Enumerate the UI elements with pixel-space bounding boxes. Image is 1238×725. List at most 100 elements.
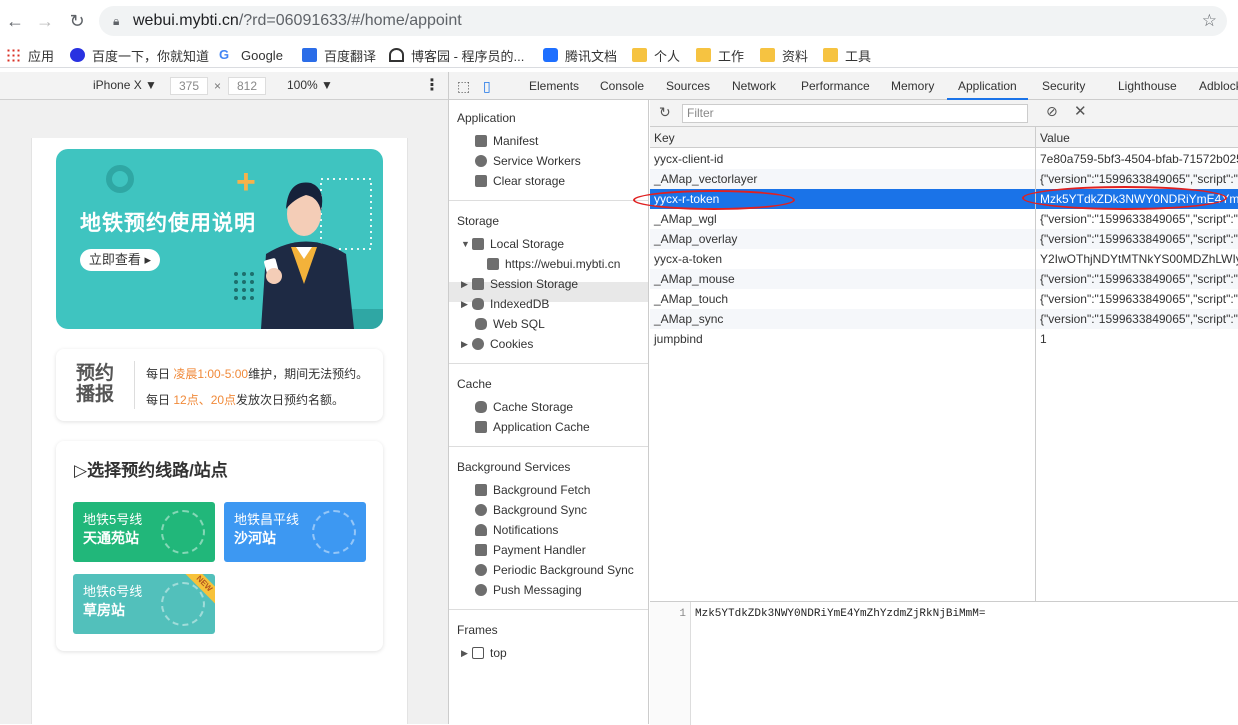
table-row[interactable]: _AMap_wgl {"version":"1599633849065","scr… (650, 209, 1238, 229)
expanded-arrow-icon[interactable]: ▼ (461, 239, 470, 249)
sidebar-item-label: Manifest (493, 134, 539, 148)
sidebar-item-service-workers[interactable]: Service Workers (475, 151, 581, 171)
tab-performance[interactable]: Performance (801, 72, 870, 100)
bookmark-baidu[interactable]: 百度一下，你就知道 (70, 46, 209, 64)
station-tile-shahe[interactable]: 地铁昌平线 沙河站 (224, 502, 366, 562)
clear-all-icon[interactable]: ⊘ (1046, 103, 1058, 120)
sidebar-item-origin[interactable]: https://webui.mybti.cn (487, 254, 620, 274)
sidebar-item-notifications[interactable]: Notifications (475, 520, 558, 540)
cnblogs-icon (389, 48, 404, 62)
station-tile-caofang[interactable]: 地铁6号线 草房站 NEW (73, 574, 215, 634)
bookmark-google[interactable]: G Google (219, 46, 283, 64)
tab-adblock[interactable]: Adblock (1199, 72, 1238, 100)
column-value[interactable]: Value (1040, 131, 1070, 145)
sidebar-item-manifest[interactable]: Manifest (475, 131, 538, 151)
reload-icon[interactable]: ↻ (65, 9, 89, 33)
maintenance-notice: 每日 凌晨1:00-5:00维护，期间无法预约。 (146, 365, 368, 382)
sidebar-item-payment-handler[interactable]: Payment Handler (475, 540, 586, 560)
sidebar-item-frame-top[interactable]: ▶ top (461, 643, 507, 663)
notice-text: 维护，期间无法预约。 (248, 367, 369, 381)
row-key: _AMap_touch (654, 292, 729, 306)
collapsed-arrow-icon[interactable]: ▶ (461, 648, 468, 659)
table-row[interactable]: _AMap_sync {"version":"1599633849065","sc… (650, 309, 1238, 329)
view-now-label: 立即查看 (88, 252, 141, 267)
tab-console[interactable]: Console (600, 72, 644, 100)
frame-icon (472, 647, 484, 659)
bookmark-cnblogs[interactable]: 博客园 - 程序员的... (389, 46, 524, 64)
sidebar-item-clear-storage[interactable]: Clear storage (475, 171, 565, 191)
address-bar[interactable]: 🔒︎ webui.mybti.cn/?rd=06091633/#/home/ap… (99, 6, 1227, 36)
usage-guide-banner[interactable]: + 地铁预约使用说明 立即查看 ▸ (56, 149, 383, 329)
cookie-icon (472, 338, 484, 350)
collapsed-arrow-icon[interactable]: ▶ (461, 279, 468, 290)
collapsed-arrow-icon[interactable]: ▶ (461, 299, 468, 310)
table-row[interactable]: jumpbind 1 (650, 329, 1238, 349)
tab-security[interactable]: Security (1042, 72, 1085, 100)
url-text[interactable]: webui.mybti.cn/?rd=06091633/#/home/appoi… (133, 12, 462, 30)
view-now-button[interactable]: 立即查看 ▸ (80, 249, 160, 271)
row-value: 1 (1040, 332, 1047, 346)
device-width-input[interactable]: 375 (170, 77, 208, 95)
forward-icon[interactable]: → (33, 9, 57, 33)
sidebar-item-periodic-background-sync[interactable]: Periodic Background Sync (475, 560, 634, 580)
more-options-icon[interactable]: ⋮ (424, 75, 440, 95)
refresh-icon[interactable]: ↻ (659, 104, 671, 121)
device-select[interactable]: iPhone X ▼ (93, 78, 157, 92)
tab-sources[interactable]: Sources (666, 72, 710, 100)
sidebar-item-indexeddb[interactable]: ▶ IndexedDB (461, 294, 549, 314)
tab-lighthouse[interactable]: Lighthouse (1118, 72, 1177, 100)
device-height-input[interactable]: 812 (228, 77, 266, 95)
sidebar-item-local-storage[interactable]: ▼ Local Storage (461, 234, 564, 254)
database-icon (472, 298, 484, 310)
sidebar-header-storage: Storage (457, 214, 500, 228)
dimension-separator: × (214, 79, 222, 93)
sidebar-item-session-storage[interactable]: ▶ Session Storage (461, 274, 578, 294)
table-icon (475, 421, 487, 433)
notice-text: 每日 (146, 367, 174, 381)
table-row[interactable]: yycx-client-id 7e80a759-5bf3-4504-bfab-71… (650, 149, 1238, 169)
sidebar-item-application-cache[interactable]: Application Cache (475, 417, 590, 437)
sidebar-item-background-sync[interactable]: Background Sync (475, 500, 587, 520)
tab-memory[interactable]: Memory (891, 72, 934, 100)
notice-text: 每日 (146, 393, 174, 407)
inspect-element-icon[interactable]: ⬚ (457, 72, 470, 100)
sidebar-item-background-fetch[interactable]: Background Fetch (475, 480, 590, 500)
sidebar-item-push-messaging[interactable]: Push Messaging (475, 580, 582, 600)
tab-network[interactable]: Network (732, 72, 776, 100)
manifest-icon (475, 135, 487, 147)
table-row[interactable]: _AMap_touch {"version":"1599633849065","s… (650, 289, 1238, 309)
station-line: 地铁昌平线 (234, 512, 300, 527)
zoom-select[interactable]: 100% ▼ (287, 78, 333, 92)
bookmark-tencent-docs[interactable]: 腾讯文档 (543, 46, 617, 64)
tab-elements[interactable]: Elements (529, 72, 579, 100)
bookmark-star-icon[interactable]: ☆ (1202, 11, 1217, 31)
sidebar-item-cache-storage[interactable]: Cache Storage (475, 397, 573, 417)
collapsed-arrow-icon[interactable]: ▶ (461, 339, 468, 350)
table-row[interactable]: _AMap_overlay {"version":"1599633849065",… (650, 229, 1238, 249)
table-row[interactable]: yycx-a-token Y2IwOThjNDYtMTNkYS00MDZhLWIy… (650, 249, 1238, 269)
announcement-label-line: 播报 (76, 384, 115, 405)
bookmark-folder-personal[interactable]: 个人 (632, 46, 680, 64)
section-title-text: 选择预约线路/站点 (87, 461, 228, 480)
sync-icon (475, 504, 487, 516)
bookmark-folder-material[interactable]: 资料 (760, 46, 808, 64)
sidebar-item-web-sql[interactable]: Web SQL (475, 314, 545, 334)
filter-input[interactable]: Filter (682, 104, 1028, 123)
delete-selected-icon[interactable]: ✕ (1074, 102, 1087, 120)
bookmark-apps[interactable]: 应用 (6, 46, 54, 64)
lock-icon[interactable]: 🔒︎ (113, 14, 119, 29)
preview-value-text[interactable]: Mzk5YTdkZDk3NWY0NDRiYmE4YmZhYzdmZjRkNjBi… (695, 608, 985, 620)
device-toolbar: iPhone X ▼ 375 × 812 100% ▼ ⋮ (0, 72, 448, 100)
sidebar-item-cookies[interactable]: ▶ Cookies (461, 334, 533, 354)
back-icon[interactable]: ← (3, 9, 27, 33)
column-key[interactable]: Key (654, 131, 675, 145)
bookmark-fanyi[interactable]: 百度翻译 (302, 46, 376, 64)
table-row[interactable]: _AMap_mouse {"version":"1599633849065","s… (650, 269, 1238, 289)
station-tile-tiantongyuan[interactable]: 地铁5号线 天通苑站 (73, 502, 215, 562)
tab-application[interactable]: Application (947, 72, 1028, 100)
annotation-ellipse (633, 190, 795, 210)
device-toggle-icon[interactable]: ▯ (483, 72, 491, 100)
bookmark-folder-tools[interactable]: 工具 (823, 46, 871, 64)
bookmark-folder-work[interactable]: 工作 (696, 46, 744, 64)
bell-icon (475, 524, 487, 536)
